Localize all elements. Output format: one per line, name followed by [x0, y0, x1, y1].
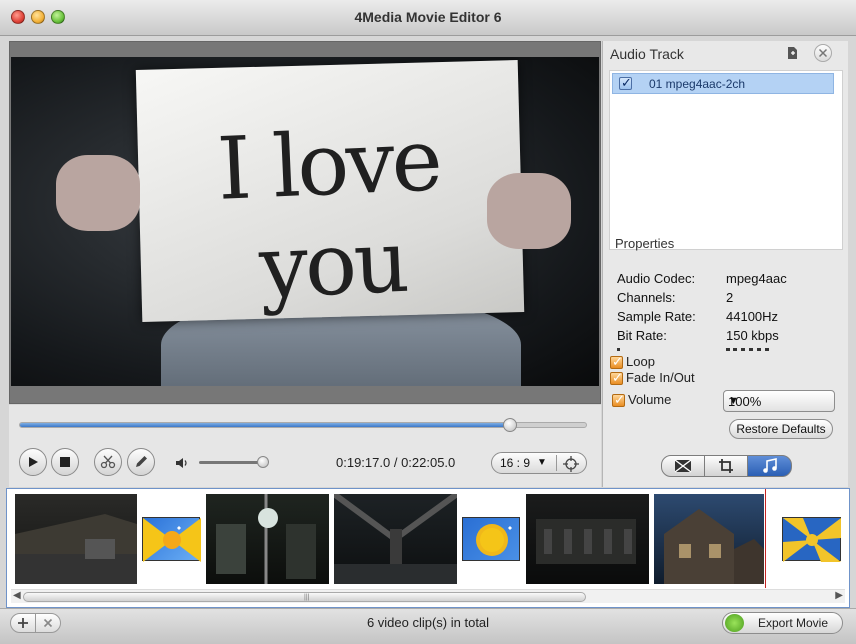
total-time: 0:22:05.0 — [401, 455, 456, 470]
loop-checkbox[interactable]: ✓ — [610, 354, 623, 369]
timeline-scrollbar[interactable]: ◀ ||| ▶ — [11, 589, 845, 603]
scroll-right-icon[interactable]: ▶ — [835, 590, 843, 601]
checkmark-icon: ✓ — [612, 370, 623, 385]
checkmark-icon: ✓ — [614, 392, 625, 407]
scroll-left-icon[interactable]: ◀ — [13, 590, 21, 601]
checkmark-icon: ✓ — [612, 354, 623, 369]
document-add-icon — [788, 47, 797, 59]
clip-thumbnail — [15, 514, 137, 584]
video-left-hand — [56, 155, 140, 231]
play-icon — [29, 457, 38, 467]
crop-icon — [719, 459, 733, 473]
effect-icon — [674, 459, 692, 473]
seek-handle[interactable] — [502, 418, 517, 432]
transition[interactable] — [782, 517, 841, 562]
aspect-ratio-select[interactable]: 16 : 9 — [500, 456, 530, 470]
chevron-down-icon: ▼ — [728, 395, 739, 407]
seek-progress — [20, 423, 510, 427]
timecode: 0:19:17.0 / 0:22:05.0 — [336, 455, 455, 470]
video-clip[interactable] — [206, 494, 329, 584]
video-right-hand — [487, 173, 571, 249]
property-key: Channels: — [617, 290, 676, 305]
export-movie-label: Export Movie — [758, 616, 829, 630]
crosshair-icon[interactable] — [562, 455, 580, 473]
swirl-transition-icon — [783, 518, 841, 562]
video-sign: I love you — [135, 60, 525, 322]
add-audio-button[interactable] — [784, 44, 802, 62]
video-sign-text: I love you — [215, 110, 442, 319]
aspect-ratio-control: 16 : 9 ▼ — [491, 452, 587, 474]
loop-label: Loop — [626, 354, 655, 369]
title-bar: 4Media Movie Editor 6 — [0, 0, 856, 36]
bottom-bar: 6 video clip(s) in total Export Movie — [0, 608, 856, 644]
fade-label: Fade In/Out — [626, 370, 695, 385]
property-key: Sample Rate: — [617, 309, 696, 324]
clip-thumbnail — [536, 519, 636, 564]
music-note-icon — [762, 458, 777, 473]
stop-icon — [60, 457, 70, 467]
audio-track-label: 01 mpeg4aac-2ch — [649, 77, 746, 91]
grip-icon: ||| — [304, 594, 310, 601]
seek-bar[interactable] — [19, 418, 587, 432]
sun-transition-icon — [476, 524, 512, 556]
volume-label: Volume — [628, 392, 672, 407]
video-clip[interactable] — [15, 494, 137, 584]
tab-effect[interactable] — [661, 455, 705, 477]
clip-thumbnail — [216, 494, 316, 584]
volume-slider[interactable] — [199, 456, 269, 468]
clip-thumbnail — [664, 509, 764, 584]
current-time: 0:19:17.0 — [336, 455, 391, 470]
sun-transition-icon — [143, 518, 201, 562]
tab-crop[interactable] — [704, 455, 748, 477]
volume-select[interactable]: 100% ▼ — [723, 390, 835, 412]
transition[interactable] — [462, 517, 520, 561]
chevron-down-icon[interactable]: ▼ — [537, 457, 547, 468]
divider — [556, 455, 557, 471]
audio-track-row[interactable]: ✓ 01 mpeg4aac-2ch — [612, 73, 834, 94]
checkmark-icon: ✓ — [621, 75, 632, 90]
playhead[interactable] — [765, 489, 766, 588]
audio-track-list: ✓ 01 mpeg4aac-2ch — [609, 70, 843, 250]
split-button[interactable] — [94, 448, 122, 476]
remove-audio-button[interactable] — [814, 44, 832, 62]
property-key: Bit Rate: — [617, 328, 667, 343]
audio-panel: Audio Track ✓ 01 mpeg4aac-2ch Properties… — [602, 41, 848, 487]
scissors-icon — [100, 455, 116, 469]
property-value: 2 — [726, 290, 734, 305]
tab-audio[interactable] — [747, 455, 792, 477]
audio-track-checkbox[interactable]: ✓ — [619, 75, 632, 90]
property-key: Audio Codec: — [617, 271, 696, 286]
time-separator: / — [390, 455, 402, 470]
transition[interactable] — [142, 517, 201, 562]
timeline: ◀ ||| ▶ — [6, 488, 850, 608]
video-clip[interactable] — [654, 494, 764, 584]
video-clip[interactable] — [332, 491, 459, 584]
close-icon — [818, 48, 828, 58]
edit-button[interactable] — [127, 448, 155, 476]
stop-button[interactable] — [51, 448, 79, 476]
export-movie-button[interactable]: Export Movie — [722, 612, 843, 634]
window-title: 4Media Movie Editor 6 — [354, 9, 502, 25]
pencil-icon — [136, 456, 147, 467]
audio-track-title: Audio Track — [610, 46, 684, 62]
fade-checkbox[interactable]: ✓ — [610, 370, 623, 385]
volume-handle[interactable] — [257, 456, 269, 468]
property-value: 44100Hz — [726, 309, 779, 324]
properties-title: Properties — [615, 236, 675, 251]
play-button[interactable] — [19, 448, 47, 476]
clipped-property-row — [617, 348, 769, 351]
video-preview[interactable]: I love you — [11, 57, 599, 386]
scrollbar-thumb[interactable]: ||| — [23, 592, 586, 602]
playback-controls: 0:19:17.0 / 0:22:05.0 16 : 9 ▼ — [9, 405, 601, 487]
film-reel-icon — [725, 614, 744, 632]
restore-defaults-button[interactable]: Restore Defaults — [729, 419, 833, 439]
property-value: 150 kbps — [726, 328, 779, 343]
speaker-icon — [176, 458, 187, 468]
volume-checkbox[interactable]: ✓ — [612, 392, 625, 407]
property-value: mpeg4aac — [726, 271, 787, 286]
clip-thumbnail — [332, 491, 459, 584]
video-clip[interactable] — [526, 494, 649, 584]
